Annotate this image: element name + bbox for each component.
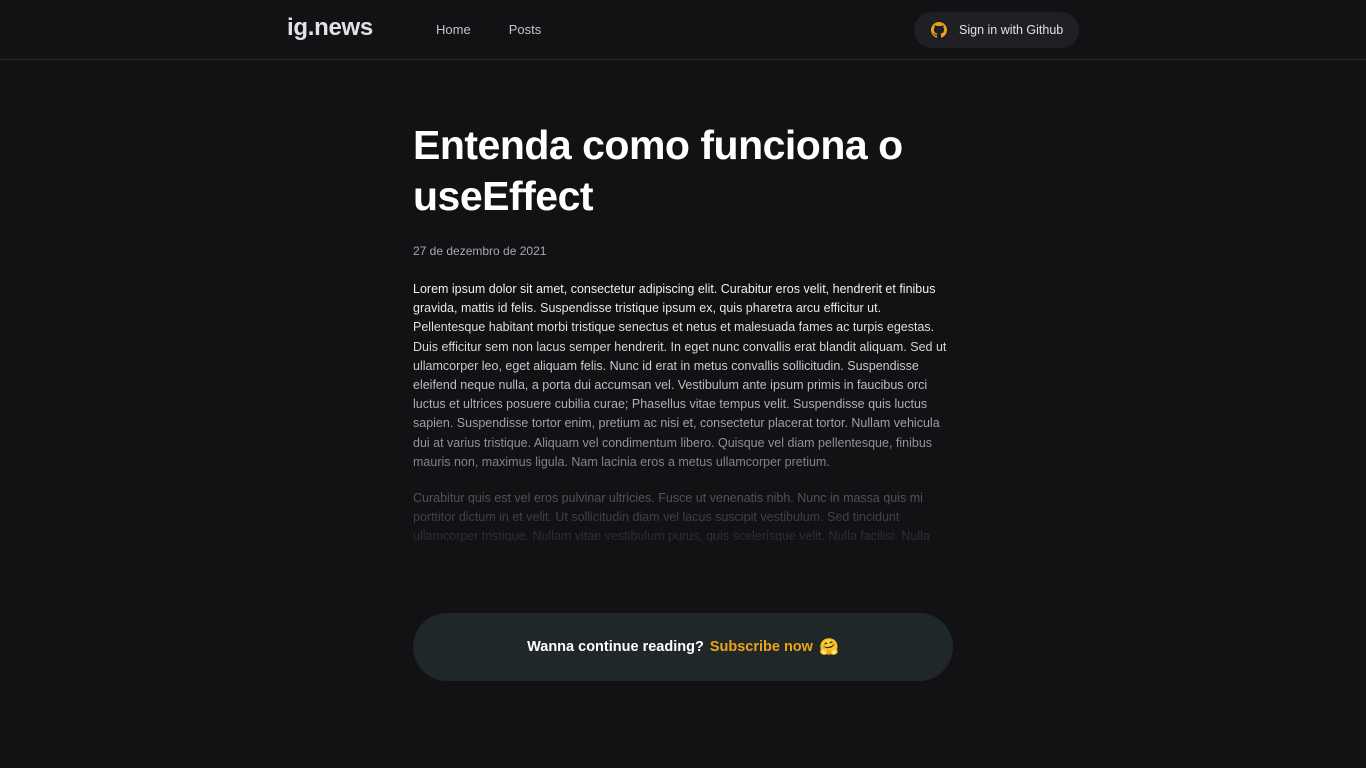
post-paragraph-faded: Curabitur quis est vel eros pulvinar ult… [413, 489, 953, 551]
continue-reading-banner: Wanna continue reading? Subscribe now 🤗 [413, 613, 953, 681]
signin-github-button[interactable]: Sign in with Github [914, 12, 1079, 48]
signin-label: Sign in with Github [959, 23, 1064, 37]
nav-posts[interactable]: Posts [509, 22, 542, 37]
post-title: Entenda como funciona o useEffect [413, 122, 903, 219]
post-paragraph: Lorem ipsum dolor sit amet, consectetur … [413, 280, 953, 472]
github-icon [931, 22, 947, 38]
post-content: Lorem ipsum dolor sit amet, consectetur … [413, 280, 953, 551]
post-article: Entenda como funciona o useEffect 27 de … [413, 120, 953, 568]
top-header: ig.news Home Posts Sign in with Github [0, 0, 1366, 60]
hugging-face-icon: 🤗 [818, 639, 839, 656]
nav-home[interactable]: Home [436, 22, 471, 37]
continue-reading-text: Wanna continue reading? [527, 639, 704, 655]
post-date: 27 de dezembro de 2021 [413, 244, 547, 258]
logo[interactable]: ig.news [287, 14, 373, 42]
main-nav: Home Posts [436, 22, 541, 37]
subscribe-now-link[interactable]: Subscribe now [710, 639, 813, 655]
